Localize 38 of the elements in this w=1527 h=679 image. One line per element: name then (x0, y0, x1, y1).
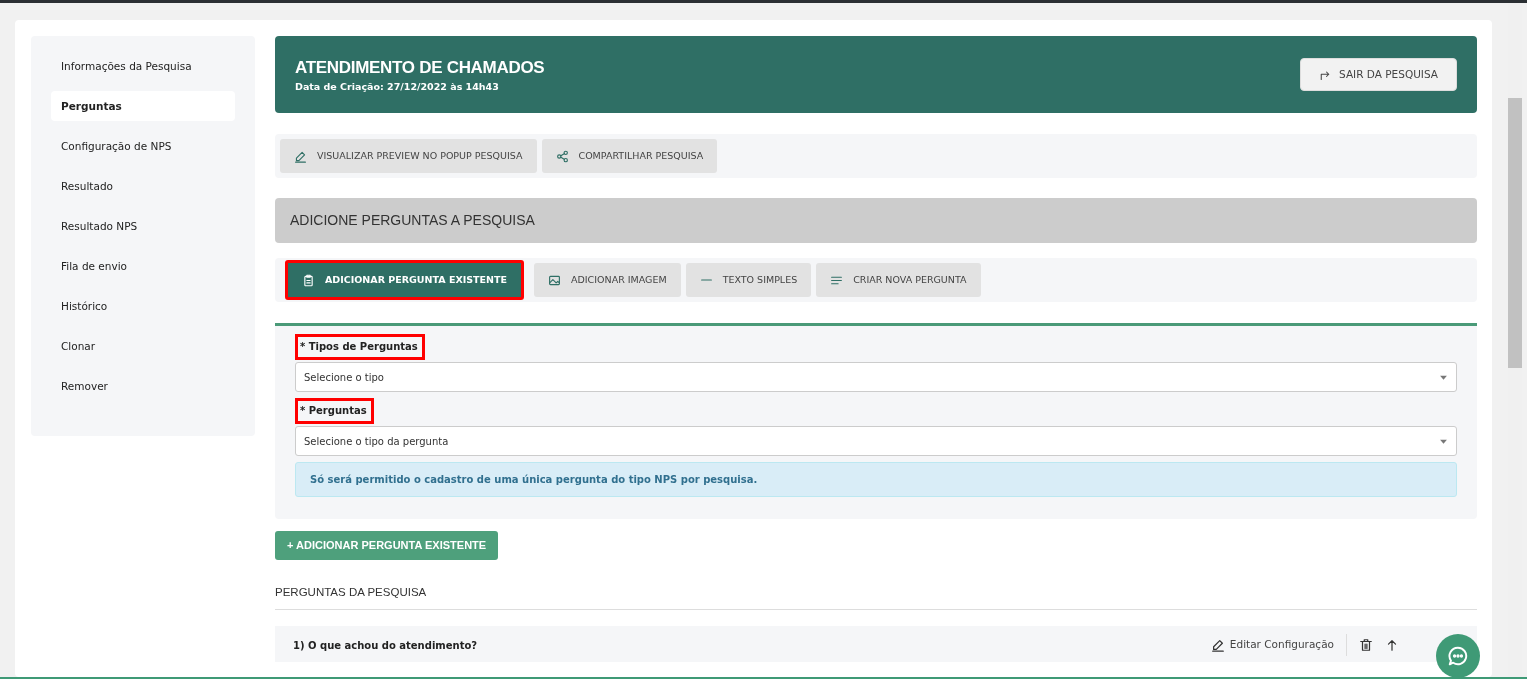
sidebar-item[interactable]: Clonar (51, 331, 235, 361)
tab[interactable]: CRIAR NOVA PERGUNTA (816, 263, 981, 297)
up-arrow-icon (1385, 638, 1399, 653)
tab[interactable]: ADICIONAR IMAGEM (534, 263, 681, 297)
field-label: * Perguntas (295, 398, 374, 424)
share-icon (555, 149, 569, 163)
sidebar-item[interactable]: Histórico (51, 291, 235, 321)
dash-icon (699, 279, 713, 281)
pencil-icon (294, 149, 307, 163)
sidebar-item[interactable]: Resultado (51, 171, 235, 201)
sidebar-item[interactable]: Resultado NPS (51, 211, 235, 241)
trash-icon (1359, 638, 1373, 653)
sidebar-item[interactable]: Informações da Pesquisa (51, 51, 235, 81)
sidebar-item[interactable]: Perguntas (51, 91, 235, 121)
page-title: ATENDIMENTO DE CHAMADOS (295, 56, 545, 79)
scrollbar-thumb[interactable] (1508, 98, 1522, 368)
questions-heading: PERGUNTAS DA PESQUISA (275, 584, 1477, 611)
share-arrow-icon (1319, 68, 1332, 81)
sidebar-item[interactable]: Configuração de NPS (51, 131, 235, 161)
sidebar-item[interactable]: Fila de envio (51, 251, 235, 281)
select-field[interactable]: Selecione o tipo (295, 362, 1457, 392)
edit-config-link[interactable]: Editar Configuração (1210, 637, 1334, 654)
tab[interactable]: TEXTO SIMPLES (685, 263, 812, 297)
select-field[interactable]: Selecione o tipo da pergunta (295, 426, 1457, 456)
section-heading: ADICIONE PERGUNTAS A PESQUISA (275, 198, 1477, 243)
sidebar-item[interactable]: Remover (51, 371, 235, 401)
clipboard-icon (302, 273, 315, 287)
toolbar-button[interactable]: COMPARTILHAR PESQUISA (541, 139, 718, 173)
chat-bubble-icon (1447, 645, 1469, 667)
tab[interactable]: ADICIONAR PERGUNTA EXISTENTE (285, 260, 524, 300)
image-icon (548, 273, 561, 287)
question-text: 1) O que achou do atendimento? (293, 638, 478, 653)
pencil-icon (1210, 638, 1225, 653)
creation-date: Data de Criação: 27/12/2022 às 14h43 (295, 80, 500, 95)
exit-button[interactable]: SAIR DA PESQUISA (1300, 58, 1457, 91)
info-alert: Só será permitido o cadastro de uma única pergunta do tipo NPS por pesquisa. (295, 462, 1457, 497)
field-label: * Tipos de Perguntas (295, 334, 425, 360)
toolbar-button[interactable]: VISUALIZAR PREVIEW NO POPUP PESQUISA (280, 139, 537, 173)
